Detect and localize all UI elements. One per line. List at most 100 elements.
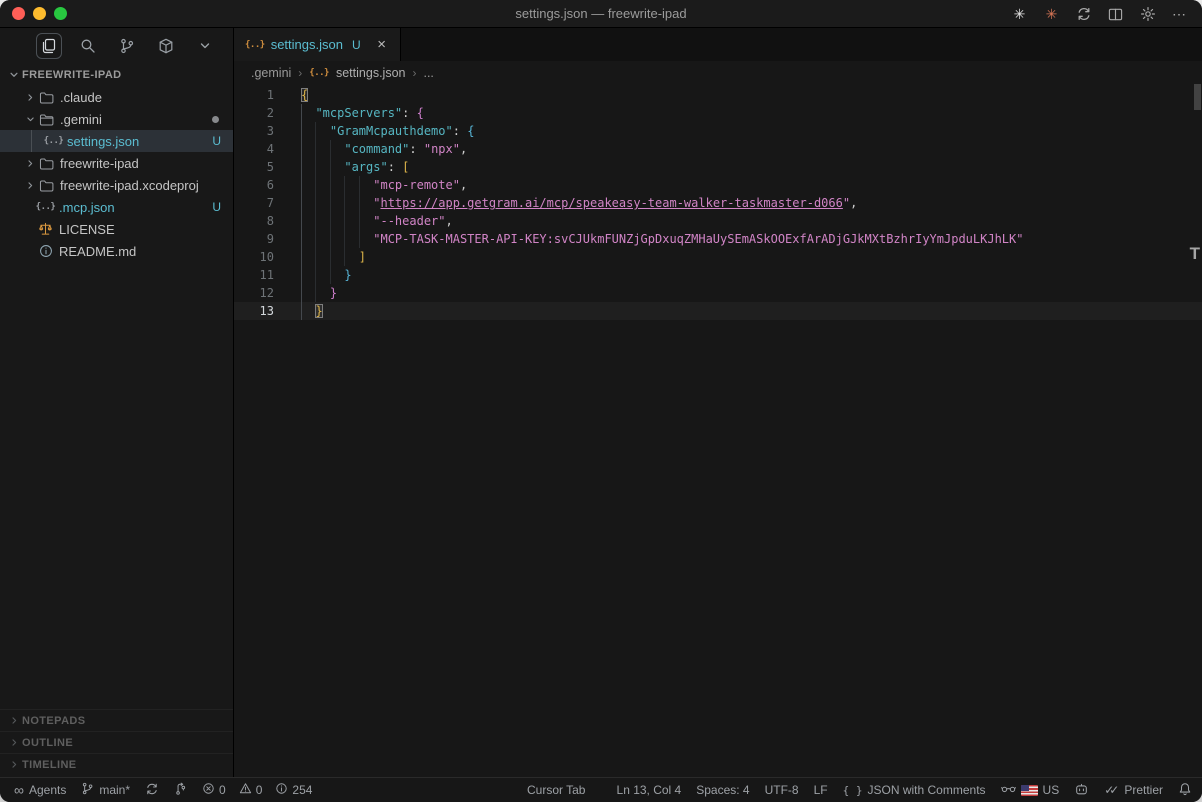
agents-status-item[interactable]: ∞ Agents bbox=[14, 783, 66, 797]
extensions-icon[interactable] bbox=[153, 33, 179, 59]
keyboard-layout-label: US bbox=[1043, 783, 1060, 797]
code-line[interactable]: 12 } bbox=[234, 284, 1202, 302]
activity-bar bbox=[0, 28, 233, 64]
line-number: 1 bbox=[234, 86, 290, 104]
tree-item-readme[interactable]: README.md bbox=[0, 240, 233, 262]
file-label: freewrite-ipad.xcodeproj bbox=[60, 178, 199, 193]
breadcrumb: .gemini › {..} settings.json › ... bbox=[234, 61, 1202, 84]
code-line[interactable]: 11 } bbox=[234, 266, 1202, 284]
indent-guide bbox=[301, 104, 302, 320]
minimize-window-button[interactable] bbox=[33, 7, 46, 20]
breadcrumb-folder[interactable]: .gemini bbox=[251, 66, 291, 80]
code-line[interactable]: 4 "command": "npx", bbox=[234, 140, 1202, 158]
sync-icon[interactable] bbox=[1075, 6, 1092, 23]
editor-group: {..} settings.json U × .gemini › {..} se… bbox=[234, 28, 1202, 777]
language-mode-item[interactable]: { } JSON with Comments bbox=[843, 783, 986, 797]
claude-icon[interactable]: ✳ bbox=[1043, 6, 1060, 23]
robot-icon bbox=[1074, 782, 1089, 799]
indent-guide bbox=[359, 176, 360, 248]
encoding-item[interactable]: UTF-8 bbox=[765, 783, 799, 797]
formatter-status-item[interactable]: ✓✓ Prettier bbox=[1104, 783, 1163, 797]
settings-gear-icon[interactable] bbox=[1139, 6, 1156, 23]
bell-icon bbox=[1178, 782, 1192, 799]
line-number: 5 bbox=[234, 158, 290, 176]
chevron-right-icon bbox=[6, 760, 22, 769]
chevron-separator-icon: › bbox=[412, 66, 416, 80]
git-branch-icon bbox=[81, 782, 94, 798]
code-editor[interactable]: 1{2 "mcpServers": {3 "GramMcpauthdemo": … bbox=[234, 84, 1202, 777]
sync-changes-item[interactable] bbox=[145, 782, 159, 799]
panel-label: OUTLINE bbox=[22, 737, 73, 749]
agents-label: Agents bbox=[29, 783, 66, 797]
close-tab-icon[interactable]: × bbox=[374, 36, 390, 53]
explorer-icon[interactable] bbox=[36, 33, 62, 59]
file-label: .claude bbox=[60, 90, 102, 105]
tree-item-mcp-json[interactable]: {..} .mcp.json U bbox=[0, 196, 233, 218]
error-icon bbox=[202, 782, 215, 798]
breadcrumb-symbol[interactable]: ... bbox=[423, 66, 433, 80]
code-line[interactable]: 6 "mcp-remote", bbox=[234, 176, 1202, 194]
source-control-graph-item[interactable] bbox=[174, 782, 187, 799]
close-window-button[interactable] bbox=[12, 7, 25, 20]
code-line[interactable]: 5 "args": [ bbox=[234, 158, 1202, 176]
source-control-icon[interactable] bbox=[114, 33, 140, 59]
tab-settings-json[interactable]: {..} settings.json U × bbox=[234, 28, 401, 61]
split-editor-icon[interactable] bbox=[1107, 6, 1124, 23]
traffic-lights bbox=[0, 7, 67, 20]
tree-item-license[interactable]: LICENSE bbox=[0, 218, 233, 240]
zoom-window-button[interactable] bbox=[54, 7, 67, 20]
breadcrumb-file[interactable]: settings.json bbox=[336, 66, 405, 80]
code-line[interactable]: 1{ bbox=[234, 86, 1202, 104]
code-line[interactable]: 13 } bbox=[234, 302, 1202, 320]
code-line[interactable]: 2 "mcpServers": { bbox=[234, 104, 1202, 122]
panel-outline[interactable]: OUTLINE bbox=[0, 731, 233, 753]
chevron-right-icon bbox=[6, 716, 22, 725]
line-number: 8 bbox=[234, 212, 290, 230]
code-line[interactable]: 10 ] bbox=[234, 248, 1202, 266]
braces-icon: { } bbox=[843, 784, 863, 797]
root-folder-label: FREEWRITE-IPAD bbox=[22, 69, 122, 81]
line-number: 10 bbox=[234, 248, 290, 266]
panel-timeline[interactable]: TIMELINE bbox=[0, 753, 233, 775]
line-number: 4 bbox=[234, 140, 290, 158]
infinity-icon: ∞ bbox=[14, 783, 24, 797]
info-count: 254 bbox=[292, 783, 312, 797]
file-label: freewrite-ipad bbox=[60, 156, 139, 171]
us-flag-icon bbox=[1021, 785, 1038, 796]
git-untracked-badge: U bbox=[212, 134, 221, 148]
cursor-tab-status-item[interactable]: Cursor Tab bbox=[527, 783, 585, 797]
code-line[interactable]: 8 "--header", bbox=[234, 212, 1202, 230]
code-line[interactable]: 9 "MCP-TASK-MASTER-API-KEY:svCJUkmFUNZjG… bbox=[234, 230, 1202, 248]
indentation-item[interactable]: Spaces: 4 bbox=[696, 783, 749, 797]
more-views-chevron-icon[interactable] bbox=[192, 33, 218, 59]
panel-label: NOTEPADS bbox=[22, 715, 86, 727]
sidebar: FREEWRITE-IPAD .claude bbox=[0, 28, 234, 777]
file-label: .mcp.json bbox=[59, 200, 115, 215]
explorer-root[interactable]: FREEWRITE-IPAD bbox=[0, 64, 233, 86]
line-number: 7 bbox=[234, 194, 290, 212]
tree-item-freewrite-ipad[interactable]: freewrite-ipad bbox=[0, 152, 233, 174]
robot-status-item[interactable] bbox=[1074, 782, 1089, 799]
code-line[interactable]: 3 "GramMcpauthdemo": { bbox=[234, 122, 1202, 140]
sync-icon bbox=[145, 782, 159, 799]
cursor-position-item[interactable]: Ln 13, Col 4 bbox=[617, 783, 682, 797]
search-icon[interactable] bbox=[75, 33, 101, 59]
eol-item[interactable]: LF bbox=[814, 783, 828, 797]
git-branch-status-item[interactable]: main* bbox=[81, 782, 130, 798]
openai-icon[interactable]: ✳ bbox=[1011, 6, 1028, 23]
tree-item-gemini[interactable]: .gemini bbox=[0, 108, 233, 130]
more-icon[interactable]: ⋯ bbox=[1171, 6, 1188, 23]
notifications-item[interactable] bbox=[1178, 782, 1192, 799]
panel-notepads[interactable]: NOTEPADS bbox=[0, 709, 233, 731]
tree-item-xcodeproj[interactable]: freewrite-ipad.xcodeproj bbox=[0, 174, 233, 196]
problems-status-item[interactable]: 0 0 254 bbox=[202, 782, 312, 798]
status-bar: ∞ Agents main* bbox=[0, 777, 1202, 802]
vertical-scrollbar[interactable] bbox=[1194, 84, 1201, 110]
keyboard-layout-item[interactable]: US bbox=[1001, 783, 1060, 797]
tree-item-settings-json[interactable]: {..} settings.json U bbox=[0, 130, 233, 152]
chevron-right-icon bbox=[22, 159, 38, 168]
tree-item-claude[interactable]: .claude bbox=[0, 86, 233, 108]
code-line[interactable]: 7 "https://app.getgram.ai/mcp/speakeasy-… bbox=[234, 194, 1202, 212]
info-icon bbox=[275, 782, 288, 798]
sidebar-panels: NOTEPADS OUTLINE TIMELINE bbox=[0, 709, 233, 777]
